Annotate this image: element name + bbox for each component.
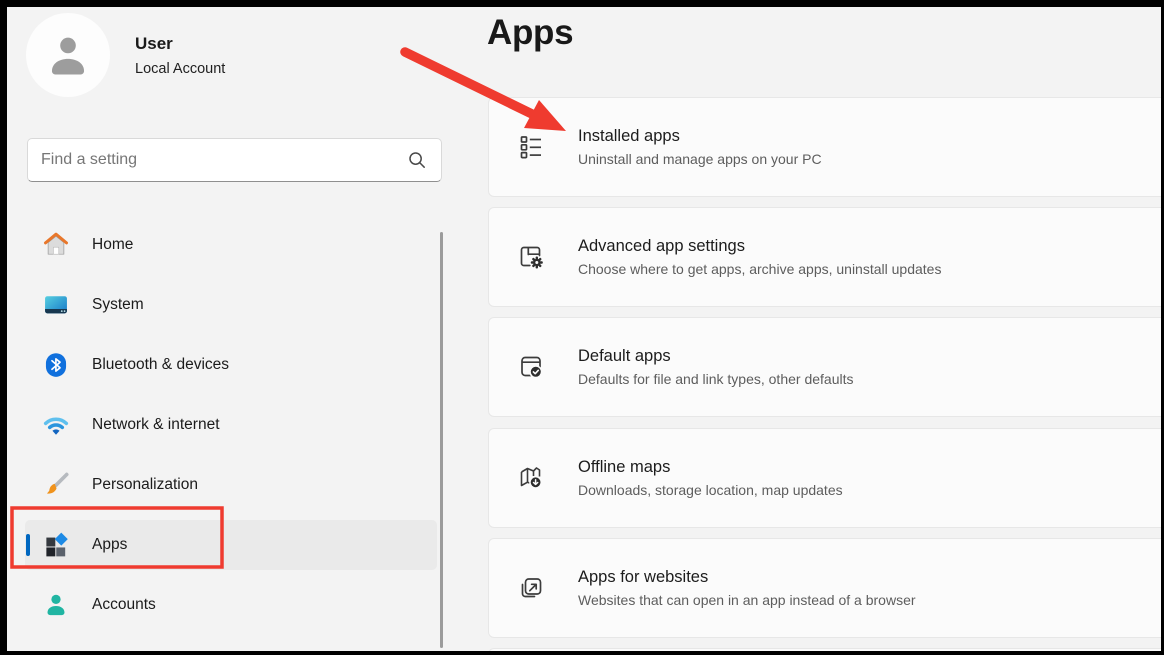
apps-icon [46, 532, 68, 557]
sidebar-item-accounts[interactable]: Accounts [25, 580, 437, 630]
sidebar-item-network-internet[interactable]: Network & internet [25, 400, 437, 450]
personalization-icon [46, 472, 69, 494]
search-box[interactable] [27, 138, 442, 182]
bluetooth-icon [45, 353, 67, 377]
sidebar-item-label: Apps [92, 536, 128, 553]
system-icon [45, 296, 67, 314]
sidebar-item-label: System [92, 296, 144, 313]
card-subtitle: Choose where to get apps, archive apps, … [578, 261, 942, 277]
person-icon [51, 37, 85, 75]
home-icon [44, 232, 68, 255]
card-subtitle: Uninstall and manage apps on your PC [578, 151, 822, 167]
user-name: User [135, 33, 173, 53]
accounts-icon [47, 594, 65, 616]
frame-edge-left [0, 0, 7, 655]
sidebar-item-system[interactable]: System [25, 280, 437, 330]
search-icon[interactable] [407, 150, 427, 170]
frame-edge-bottom [0, 651, 1164, 655]
default-apps-icon [521, 356, 543, 379]
search-input[interactable] [28, 151, 407, 169]
sidebar-item-label: Accounts [92, 596, 156, 613]
installed-apps-icon [520, 136, 541, 159]
sidebar-item-label: Home [92, 236, 134, 253]
selected-indicator [26, 534, 30, 556]
avatar [26, 13, 110, 97]
card-subtitle: Downloads, storage location, map updates [578, 482, 843, 498]
card-offline-maps[interactable]: Offline maps Downloads, storage location… [488, 428, 1164, 528]
advanced-app-settings-icon [520, 246, 543, 269]
sidebar-item-label: Network & internet [92, 416, 220, 433]
network-icon [43, 417, 69, 435]
apps-for-websites-icon [521, 578, 542, 598]
sidebar-item-apps[interactable]: Apps [25, 520, 437, 570]
card-title: Default apps [578, 347, 671, 365]
settings-window: User Local Account Home [0, 0, 1164, 655]
user-account-type: Local Account [135, 60, 226, 77]
card-advanced-app-settings[interactable]: Advanced app settings Choose where to ge… [488, 207, 1164, 307]
card-title: Apps for websites [578, 568, 709, 586]
sidebar-item-label: Personalization [92, 476, 198, 493]
card-title: Advanced app settings [578, 237, 745, 255]
card-installed-apps[interactable]: Installed apps Uninstall and manage apps… [488, 97, 1164, 197]
user-profile[interactable]: User Local Account [26, 10, 426, 100]
card-apps-for-websites[interactable]: Apps for websites Websites that can open… [488, 538, 1164, 638]
card-default-apps[interactable]: Default apps Defaults for file and link … [488, 317, 1164, 417]
sidebar-scrollbar[interactable] [440, 232, 443, 648]
sidebar-item-home[interactable]: Home [25, 220, 437, 270]
sidebar-item-label: Bluetooth & devices [92, 356, 230, 373]
sidebar-item-bluetooth-devices[interactable]: Bluetooth & devices [25, 340, 437, 390]
sidebar-item-personalization[interactable]: Personalization [25, 460, 437, 510]
card-title: Installed apps [578, 127, 680, 145]
frame-edge-top [0, 0, 1164, 7]
sidebar-nav: Home System Bluetooth & devices Network … [25, 220, 437, 655]
card-title: Offline maps [578, 458, 671, 476]
card-subtitle: Websites that can open in an app instead… [578, 592, 916, 608]
card-subtitle: Defaults for file and link types, other … [578, 371, 854, 387]
offline-maps-icon [520, 467, 542, 489]
page-title: Apps [487, 13, 574, 52]
